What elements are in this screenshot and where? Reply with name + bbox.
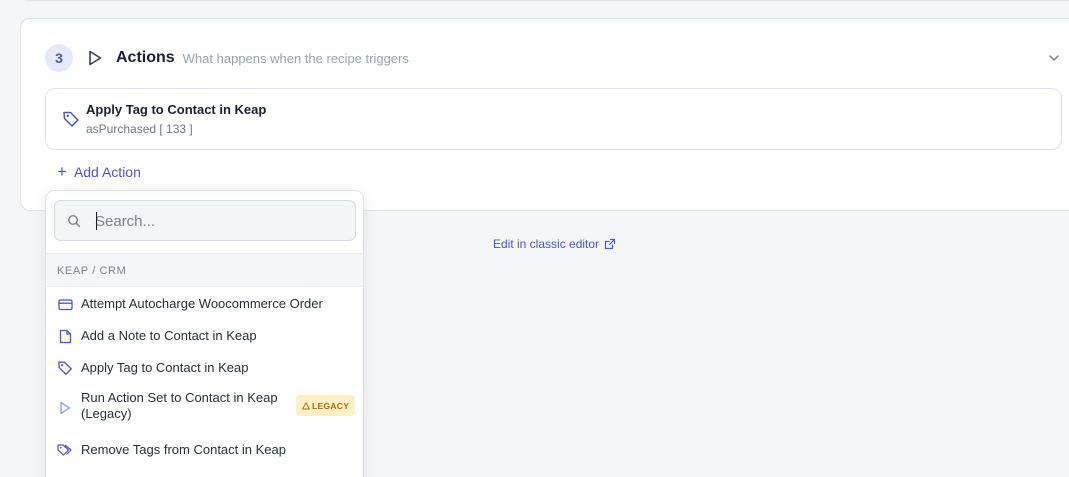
- list-item-remove-tags[interactable]: Remove Tags from Contact in Keap: [46, 434, 363, 466]
- group-label: KEAP / CRM: [57, 265, 127, 277]
- group-header: KEAP / CRM: [46, 253, 363, 287]
- item-label: Apply Tag to Contact in Keap: [81, 360, 249, 375]
- plus-icon: +: [57, 162, 67, 181]
- tags-icon: [57, 442, 73, 458]
- add-action-label: Add Action: [73, 163, 141, 180]
- add-action-button[interactable]: + Add Action: [57, 163, 141, 180]
- tag-icon: [57, 360, 73, 376]
- item-label: Add a Note to Contact in Keap: [81, 328, 257, 343]
- list-item-run-action-set[interactable]: Run Action Set to Contact in Keap (Legac…: [46, 387, 363, 425]
- play-icon: [57, 400, 73, 416]
- credit-card-icon: [57, 296, 73, 312]
- search-box[interactable]: [54, 200, 356, 241]
- warning-icon: [302, 401, 310, 409]
- step-number-badge: 3: [45, 44, 73, 72]
- note-icon: [57, 328, 73, 344]
- step-subtitle: What happens when the recipe triggers: [182, 50, 409, 66]
- item-label: Run Action Set to Contact in Keap (Legac…: [81, 390, 278, 421]
- external-link-icon: [604, 238, 616, 250]
- item-label: Attempt Autocharge Woocommerce Order: [81, 296, 323, 311]
- legacy-badge: LEGACY: [296, 395, 356, 416]
- step-title: Actions: [116, 49, 175, 66]
- action-picker-dropdown: KEAP / CRM Attempt Autocharge Woocommerc…: [45, 190, 364, 477]
- text-caret: [96, 212, 97, 230]
- previous-step-card: [20, 0, 1069, 1]
- chevron-down-icon[interactable]: [1047, 51, 1061, 65]
- list-item-add-note[interactable]: Add a Note to Contact in Keap: [46, 320, 363, 352]
- legacy-badge-label: LEGACY: [312, 400, 350, 411]
- actions-step-card: 3 Actions What happens when the recipe t…: [20, 18, 1069, 211]
- list-item-apply-tag[interactable]: Apply Tag to Contact in Keap: [46, 352, 363, 384]
- tag-icon: [62, 110, 80, 128]
- action-subtitle: asPurchased [ 133 ]: [86, 122, 193, 136]
- classic-editor-label: Edit in classic editor: [493, 237, 600, 251]
- item-label: Remove Tags from Contact in Keap: [81, 442, 286, 457]
- classic-editor-link[interactable]: Edit in classic editor: [493, 237, 616, 251]
- search-input[interactable]: [95, 210, 345, 232]
- search-icon: [67, 214, 81, 228]
- play-icon: [88, 50, 104, 66]
- action-title: Apply Tag to Contact in Keap: [86, 102, 267, 117]
- step-header[interactable]: 3 Actions What happens when the recipe t…: [45, 43, 409, 73]
- list-item-autocharge[interactable]: Attempt Autocharge Woocommerce Order: [46, 288, 363, 320]
- action-item-apply-tag[interactable]: Apply Tag to Contact in Keap asPurchased…: [45, 88, 1062, 150]
